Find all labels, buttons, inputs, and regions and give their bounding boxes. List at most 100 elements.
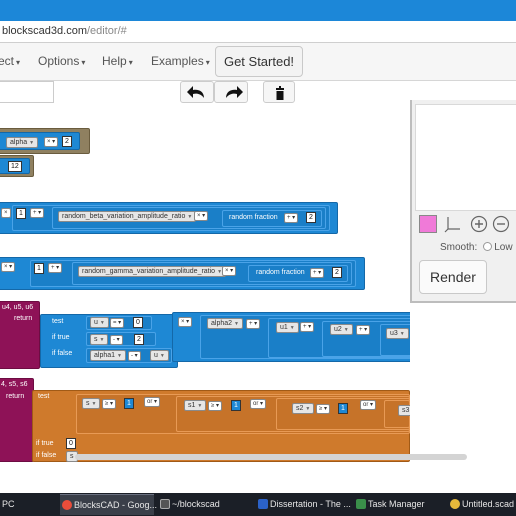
operator-dropdown[interactable]: + ▾ [356,325,371,335]
radio-low[interactable] [483,242,493,251]
test-label: test [52,318,64,325]
number-field[interactable]: 12 [8,161,22,172]
variable-getter[interactable]: alpha1 ▼ [90,350,126,361]
number-field[interactable]: 0 [66,438,76,449]
trash-icon [276,86,284,100]
operator-symbol: + [51,265,55,271]
taskbar-item-document[interactable]: Dissertation - The ... [256,494,351,515]
variable-getter[interactable]: alpha2 ▼ [207,318,243,329]
return-label: return [14,315,33,322]
logic-operator-dropdown[interactable]: or ▾ [250,399,267,409]
menu-examples[interactable]: Examples ▾ [151,54,210,68]
address-bar[interactable]: blockscad3d.com/editor/# [0,21,516,43]
operator-dropdown[interactable]: × ▾ [44,137,59,147]
operator-dropdown[interactable]: + ▾ [48,263,63,273]
variable-getter[interactable]: alpha ▼ [6,137,39,148]
operator-dropdown[interactable]: × ▾ [178,317,193,327]
number-field[interactable]: 0 [133,317,143,328]
variable-name: alpha [10,139,28,146]
variable-getter[interactable]: s ▼ [90,334,109,345]
number-field[interactable]: 1 [34,263,44,274]
variable-getter[interactable]: s3 [398,405,410,416]
operator-symbol: ≥ [211,403,215,409]
operator-dropdown[interactable]: ≥ ▾ [208,401,222,411]
render-canvas[interactable] [415,104,516,211]
variable-getter[interactable]: random_gamma_variation_amplitude_ratio ▼ [78,266,227,277]
variable-getter[interactable]: s1 ▼ [184,400,207,411]
project-name-input[interactable] [0,81,54,103]
variable-name: s1 [188,402,196,409]
number-field[interactable]: 1 [124,398,134,409]
operator-dropdown[interactable]: ≥ ▾ [316,404,330,414]
variable-getter[interactable]: u2 ▼ [330,324,353,335]
get-started-button[interactable]: Get Started! [215,46,303,77]
taskbar-item[interactable]: PC [0,494,48,515]
taskbar-item-editor[interactable]: Untitled.scad - [448,494,516,515]
menu-bar: ect ▾ Options ▾ Help ▾ Examples ▾ Get Starte… [0,43,516,81]
undo-button[interactable] [180,81,214,103]
menu-project-label: ect [0,54,15,68]
variable-getter[interactable]: u ▼ [150,350,169,361]
zoom-in-icon[interactable] [470,215,488,233]
operator-symbol: × [4,264,8,270]
operator-dropdown[interactable]: × [1,208,11,218]
zoom-out-icon[interactable] [492,215,510,233]
function-definition-block[interactable] [0,301,40,369]
variable-getter[interactable]: random_beta_variation_amplitude_ratio ▼ [58,211,197,222]
taskbar-item-task-manager[interactable]: Task Manager [354,494,444,515]
number-field[interactable]: 2 [134,334,144,345]
operator-dropdown[interactable]: + ▾ [246,319,261,329]
operator-dropdown[interactable]: + ▾ [30,208,45,218]
variable-name: random_beta_variation_amplitude_ratio [62,213,186,220]
operator-dropdown[interactable]: = ▾ [110,318,125,328]
variable-getter[interactable]: s2 ▼ [292,403,315,414]
logic-operator-dropdown[interactable]: or ▾ [360,400,377,410]
operator-symbol: × [47,139,51,145]
operator-symbol: + [303,324,307,330]
operator-dropdown[interactable]: × ▾ [194,211,209,221]
if-true-label: if true [36,440,54,447]
function-definition-block[interactable] [0,378,34,462]
number-field[interactable]: 2 [62,136,72,147]
taskbar-item-terminal[interactable]: ~/blockscad [158,494,252,515]
logic-operator-dropdown[interactable]: or ▾ [144,397,161,407]
menu-help[interactable]: Help ▾ [102,54,133,68]
menu-project[interactable]: ect ▾ [0,54,20,68]
workspace-horizontal-scrollbar[interactable] [75,454,467,460]
operator-dropdown[interactable]: + ▾ [300,322,315,332]
variable-getter[interactable]: u3 ▼ [386,328,409,339]
number-field[interactable]: 2 [332,267,342,278]
chrome-icon [62,500,72,510]
redo-button[interactable] [214,81,248,103]
variable-name: s2 [296,405,304,412]
menu-options-label: Options [38,54,80,68]
variable-name: s [70,453,74,460]
number-field[interactable]: 1 [231,400,241,411]
axes-icon[interactable] [444,215,462,233]
function-params: u4, u5, u6 [2,304,34,311]
block-workspace[interactable]: alpha ▼ × ▾ 2 12 × 1 + ▾ random_beta_vari… [0,106,410,462]
color-swatch[interactable] [419,215,437,233]
taskbar-item-browser[interactable]: BlocksCAD - Goog... [60,494,157,515]
operator-dropdown[interactable]: - ▾ [128,351,141,361]
operator-dropdown[interactable]: + ▾ [310,268,325,278]
variable-getter[interactable]: s ▼ [82,398,101,409]
url-text[interactable]: blockscad3d.com/editor/# [2,25,127,37]
number-field[interactable]: 2 [306,212,316,223]
render-button[interactable]: Render [419,260,487,294]
operator-dropdown[interactable]: ≥ ▾ [102,399,116,409]
operator-dropdown[interactable]: - ▾ [110,335,123,345]
delete-button[interactable] [263,81,295,103]
return-label: return [6,393,25,400]
number-field[interactable]: 1 [338,403,348,414]
chevron-down-icon: ▼ [197,403,203,409]
operator-symbol: + [287,215,291,221]
operator-dropdown[interactable]: × ▾ [1,262,16,272]
operator-dropdown[interactable]: + ▾ [284,213,299,223]
variable-getter[interactable]: u1 ▼ [276,322,299,333]
operator-dropdown[interactable]: × ▾ [222,266,237,276]
chevron-down-icon: ▼ [99,320,105,326]
variable-getter[interactable]: u ▼ [90,317,109,328]
menu-options[interactable]: Options ▾ [38,54,85,68]
number-field[interactable]: 1 [16,208,26,219]
